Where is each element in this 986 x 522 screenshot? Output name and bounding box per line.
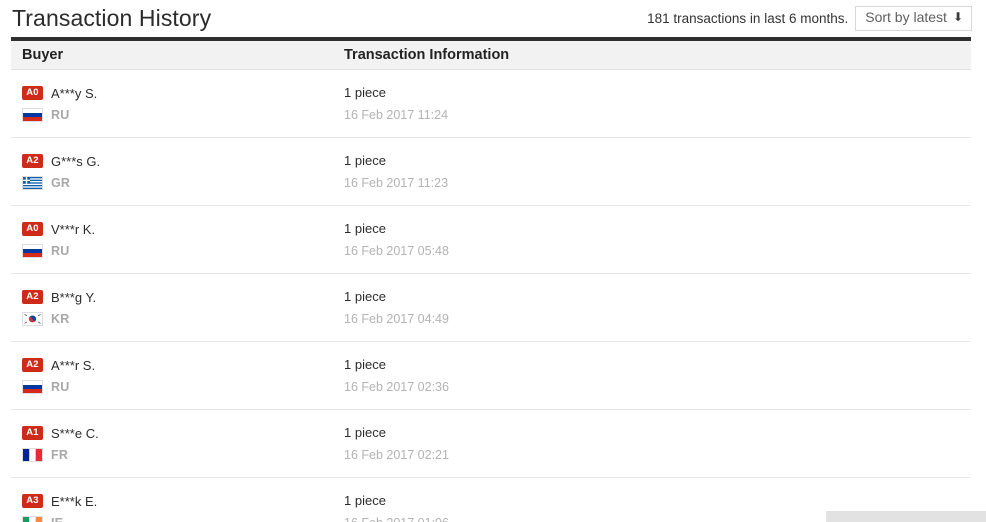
feedback-score-badge: A0 [22, 222, 43, 236]
table-body: A0 A***y S. RU 1 piece 16 Feb 2017 11:24 A2 G*… [11, 70, 971, 522]
quantity-text: 1 piece [344, 85, 386, 100]
country-code: RU [51, 244, 70, 258]
buyer-cell: A2 A***r S. RU [11, 356, 344, 396]
table-row[interactable]: A2 G***s G. GR 1 piece 16 Feb 2017 11:23 [11, 138, 971, 206]
buyer-name: A***r S. [51, 357, 96, 373]
buyer-cell: A2 G***s G. GR [11, 152, 344, 192]
sort-by-latest-button[interactable]: Sort by latest ⬇ [855, 6, 972, 31]
table-row[interactable]: A2 B***g Y. KR 1 piece 16 Feb 2017 04:49 [11, 274, 971, 342]
quantity-text: 1 piece [344, 221, 386, 236]
table-header-row: Buyer Transaction Information [11, 37, 971, 70]
transactions-table: Buyer Transaction Information A0 A***y S.… [11, 37, 971, 522]
buyer-name: V***r K. [51, 221, 96, 237]
buyer-identity: A1 S***e C. [22, 424, 344, 442]
quantity-text: 1 piece [344, 289, 386, 304]
buyer-country: RU [22, 378, 344, 396]
transaction-count-text: 181 transactions in last 6 months. [647, 10, 849, 26]
buyer-name: S***e C. [51, 425, 99, 441]
buyer-identity: A0 V***r K. [22, 220, 344, 238]
buyer-name: G***s G. [51, 153, 101, 169]
table-row[interactable]: A1 S***e C. FR 1 piece 16 Feb 2017 02:21 [11, 410, 971, 478]
buyer-country: KR [22, 310, 344, 328]
buyer-cell: A2 B***g Y. KR [11, 288, 344, 328]
buyer-country: RU [22, 106, 344, 124]
country-code: FR [51, 448, 69, 462]
transaction-info-cell: 1 piece 16 Feb 2017 05:48 [344, 220, 971, 260]
transaction-date: 16 Feb 2017 02:21 [344, 448, 449, 462]
country-code: GR [51, 176, 71, 190]
quantity-text: 1 piece [344, 493, 386, 508]
feedback-score-badge: A2 [22, 290, 43, 304]
transaction-date: 16 Feb 2017 04:49 [344, 312, 449, 326]
feedback-score-badge: A3 [22, 494, 43, 508]
table-row[interactable]: A0 V***r K. RU 1 piece 16 Feb 2017 05:48 [11, 206, 971, 274]
quantity-text: 1 piece [344, 425, 386, 440]
header-controls: 181 transactions in last 6 months. Sort … [647, 6, 972, 31]
buyer-country: RU [22, 242, 344, 260]
flag-fr-icon [22, 448, 43, 462]
buyer-identity: A2 A***r S. [22, 356, 344, 374]
buyer-name: B***g Y. [51, 289, 97, 305]
buyer-identity: A2 G***s G. [22, 152, 344, 170]
transaction-info-cell: 1 piece 16 Feb 2017 02:36 [344, 356, 971, 396]
country-code: IE [51, 516, 63, 522]
feedback-score-badge: A0 [22, 86, 43, 100]
transaction-info-cell: 1 piece 16 Feb 2017 02:21 [344, 424, 971, 464]
buyer-identity: A0 A***y S. [22, 84, 344, 102]
column-header-buyer: Buyer [22, 47, 64, 63]
quantity-text: 1 piece [344, 153, 386, 168]
country-code: KR [51, 312, 70, 326]
country-code: RU [51, 108, 70, 122]
buyer-country: IE [22, 514, 344, 522]
buyer-identity: A2 B***g Y. [22, 288, 344, 306]
buyer-identity: A3 E***k E. [22, 492, 344, 510]
page-header: Transaction History 181 transactions in … [0, 0, 986, 37]
table-row[interactable]: A2 A***r S. RU 1 piece 16 Feb 2017 02:36 [11, 342, 971, 410]
quantity-text: 1 piece [344, 357, 386, 372]
feedback-score-badge: A1 [22, 426, 43, 440]
sort-button-label: Sort by latest [865, 9, 947, 26]
buyer-country: GR [22, 174, 344, 192]
transaction-info-cell: 1 piece 16 Feb 2017 11:24 [344, 84, 971, 124]
bottom-partial-panel [826, 511, 986, 522]
column-header-transaction-information: Transaction Information [344, 47, 510, 63]
transaction-info-cell: 1 piece 16 Feb 2017 11:23 [344, 152, 971, 192]
buyer-cell: A0 A***y S. RU [11, 84, 344, 124]
buyer-cell: A3 E***k E. IE [11, 492, 344, 522]
buyer-name: A***y S. [51, 85, 98, 101]
buyer-name: E***k E. [51, 493, 98, 509]
flag-gr-icon [22, 176, 43, 190]
feedback-score-badge: A2 [22, 154, 43, 168]
transaction-info-cell: 1 piece 16 Feb 2017 04:49 [344, 288, 971, 328]
country-code: RU [51, 380, 70, 394]
flag-ru-icon [22, 244, 43, 258]
buyer-cell: A1 S***e C. FR [11, 424, 344, 464]
flag-kr-icon [22, 312, 43, 326]
buyer-country: FR [22, 446, 344, 464]
table-row[interactable]: A0 A***y S. RU 1 piece 16 Feb 2017 11:24 [11, 70, 971, 138]
flag-ru-icon [22, 108, 43, 122]
page-title: Transaction History [12, 5, 212, 31]
transaction-history-page: Transaction History 181 transactions in … [0, 0, 986, 522]
flag-ie-icon [22, 516, 43, 522]
arrow-down-icon: ⬇ [952, 10, 963, 25]
flag-ru-icon [22, 380, 43, 394]
transaction-date: 16 Feb 2017 02:36 [344, 380, 449, 394]
transaction-date: 16 Feb 2017 05:48 [344, 244, 449, 258]
transaction-date: 16 Feb 2017 11:23 [344, 176, 449, 190]
feedback-score-badge: A2 [22, 358, 43, 372]
buyer-cell: A0 V***r K. RU [11, 220, 344, 260]
transaction-date: 16 Feb 2017 11:24 [344, 108, 449, 122]
